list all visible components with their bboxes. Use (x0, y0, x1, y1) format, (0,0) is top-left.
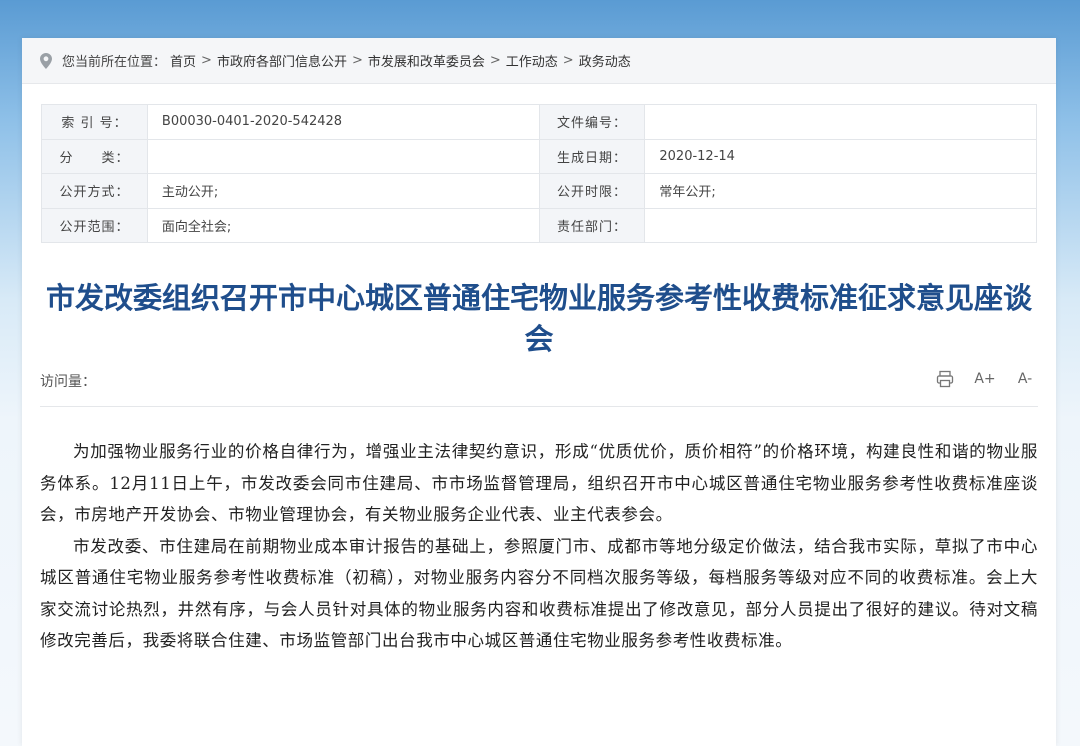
article-body: 为加强物业服务行业的价格自律行为，增强业主法律契约意识，形成“优质优价，质价相符… (40, 436, 1038, 657)
breadcrumb-gov-departments[interactable]: 市政府各部门信息公开 (217, 51, 347, 70)
breadcrumb-gov-affairs[interactable]: 政务动态 (579, 51, 631, 70)
category-value (146, 138, 540, 174)
responsible-dept-label: 责任部门： (538, 207, 646, 243)
disclosure-scope-value: 面向全社会; (146, 207, 540, 243)
disclosure-scope-label: 公开范围： (41, 207, 148, 243)
document-metadata-table: 索 引 号： B00030-0401-2020-542428 文件编号： 分 类… (41, 104, 1037, 243)
disclosure-period-label: 公开时限： (538, 173, 646, 209)
breadcrumb-separator: > (562, 53, 574, 68)
visit-count-label: 访问量： (40, 374, 96, 390)
article-paragraph: 为加强物业服务行业的价格自律行为，增强业主法律契约意识，形成“优质优价，质价相符… (40, 442, 1039, 524)
index-label: 索 引 号： (41, 104, 148, 140)
breadcrumb-separator: > (351, 53, 363, 68)
metadata-row: 公开范围： 面向全社会; 责任部门： (41, 207, 1037, 243)
docno-label: 文件编号： (538, 104, 646, 140)
date-label: 生成日期： (538, 138, 646, 174)
index-value: B00030-0401-2020-542428 (146, 104, 540, 140)
responsible-dept-value (644, 207, 1037, 243)
breadcrumb-separator: > (489, 53, 501, 68)
breadcrumb-separator: > (201, 53, 212, 68)
article-toolbar: A+ A- (934, 368, 1036, 390)
breadcrumb-work-news[interactable]: 工作动态 (506, 51, 558, 70)
breadcrumb-home[interactable]: 首页 (170, 51, 196, 70)
disclosure-period-value: 常年公开; (644, 173, 1037, 209)
disclosure-mode-label: 公开方式： (41, 173, 148, 209)
breadcrumb-ndrc[interactable]: 市发展和改革委员会 (368, 51, 485, 70)
metadata-row: 分 类： 生成日期： 2020-12-14 (41, 138, 1037, 174)
font-increase-icon[interactable]: A+ (974, 368, 996, 390)
divider (40, 406, 1038, 407)
date-value: 2020-12-14 (644, 138, 1037, 174)
metadata-row: 索 引 号： B00030-0401-2020-542428 文件编号： (41, 104, 1037, 140)
category-label: 分 类： (41, 138, 148, 174)
breadcrumb-label: 您当前所在位置： (62, 55, 167, 70)
disclosure-mode-value: 主动公开; (146, 173, 540, 209)
article-paragraph: 市发改委、市住建局在前期物业成本审计报告的基础上，参照厦门市、成都市等地分级定价… (40, 536, 1038, 651)
breadcrumb: 您当前所在位置： 首页 > 市政府各部门信息公开 > 市发展和改革委员会 > 工… (22, 38, 1056, 84)
font-decrease-icon[interactable]: A- (1014, 368, 1036, 390)
print-icon[interactable] (934, 368, 956, 390)
article-page: 您当前所在位置： 首页 > 市政府各部门信息公开 > 市发展和改革委员会 > 工… (22, 38, 1056, 746)
article-title: 市发改委组织召开市中心城区普通住宅物业服务参考性收费标准征求意见座谈会 (45, 281, 1032, 356)
metadata-row: 公开方式： 主动公开; 公开时限： 常年公开; (41, 173, 1037, 209)
docno-value (644, 104, 1037, 140)
location-pin-icon (40, 52, 52, 69)
